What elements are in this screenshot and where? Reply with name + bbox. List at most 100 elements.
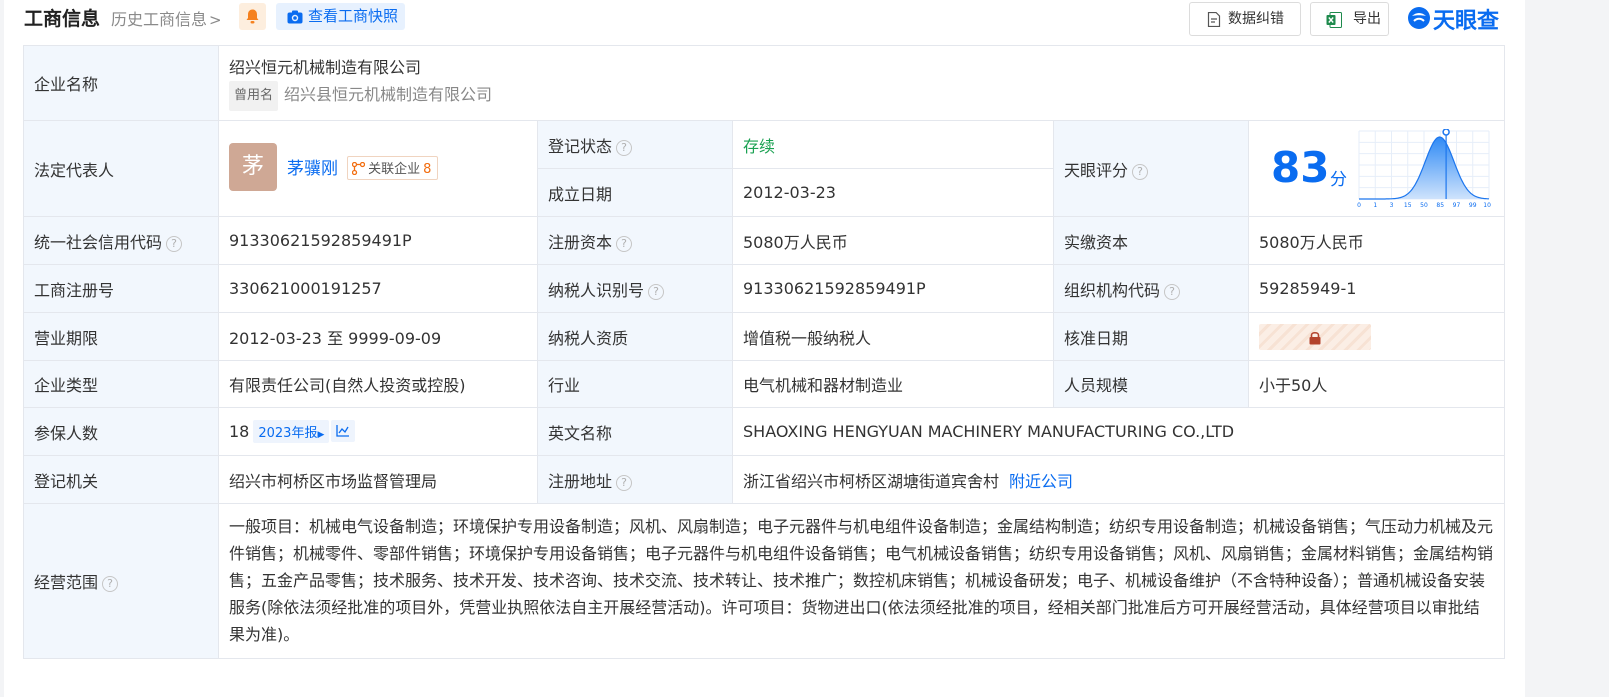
trend-chart-icon[interactable] [331, 420, 356, 442]
score-tick-label: 50 [1420, 202, 1428, 209]
table-row: 企业类型 有限责任公司(自然人投资或控股) 行业 电气机械和器材制造业 人员规模… [23, 360, 1506, 408]
score-marker [1442, 129, 1450, 136]
table-row: 参保人数 18 2023年报▶ 英文名称 SHAOXING HENGYUAN MA… [23, 407, 1506, 456]
business-info-panel: 工商信息 历史工商信息 > 查看工商快照 数据纠错 导出 天眼查 企业名称 绍兴… [4, 0, 1525, 697]
score-tick-label: 99 [1469, 202, 1477, 209]
credit-code-label-cell: 统一社会信用代码? [23, 216, 219, 265]
score-cell[interactable]: 83 分 0 1 3 15 50 85 97 99 100 [1247, 120, 1506, 217]
reg-no-label: 工商注册号 [23, 264, 219, 313]
score-tick-label: 15 [1404, 202, 1412, 209]
vip-locked-value[interactable] [1259, 323, 1371, 350]
score-tick-label: 85 [1436, 202, 1444, 209]
scope-label: 经营范围 [34, 573, 99, 592]
avatar[interactable]: 茅 [229, 143, 277, 191]
reg-capital: 5080万人民币 [732, 216, 1054, 265]
legal-rep-label: 法定代表人 [23, 120, 219, 217]
scope-label-cell: 经营范围? [23, 503, 219, 659]
export-button[interactable]: 导出 [1310, 2, 1389, 36]
legal-rep-cell: 茅 茅骥刚 关联企业 8 [218, 120, 538, 217]
help-icon[interactable]: ? [616, 235, 633, 252]
score-unit: 分 [1330, 170, 1347, 190]
company-name: 绍兴恒元机械制造有限公司 [229, 58, 422, 77]
monitor-bell-button[interactable] [239, 3, 266, 30]
address-label: 注册地址 [548, 471, 613, 491]
legal-rep-name[interactable]: 茅骥刚 [287, 159, 338, 179]
score-tick-label: 3 [1390, 202, 1394, 209]
help-icon[interactable]: ? [102, 576, 119, 592]
taxpayer-id-label: 纳税人识别号 [548, 280, 645, 300]
excel-icon [1326, 12, 1342, 28]
section-header: 工商信息 历史工商信息 > 查看工商快照 数据纠错 导出 天眼查 [4, 0, 1525, 40]
history-link-label: 历史工商信息 [111, 10, 208, 29]
insured-label: 参保人数 [23, 407, 219, 456]
table-row: 统一社会信用代码? 91330621592859491P 注册资本? 5080万… [23, 216, 1506, 265]
staff-label: 人员规模 [1053, 360, 1249, 408]
table-row: 经营范围? 一般项目：机械电气设备制造；环境保护专用设备制造；风机、风扇制造；电… [23, 503, 1506, 659]
reg-capital-label-cell: 注册资本? [537, 216, 733, 265]
found-date-label: 成立日期 [537, 168, 733, 217]
taxpayer-qual-label: 纳税人资质 [537, 312, 733, 361]
help-icon[interactable]: ? [616, 474, 633, 491]
related-label: 关联企业 [368, 162, 421, 177]
document-edit-icon [1207, 12, 1221, 27]
used-name: 绍兴县恒元机械制造有限公司 [284, 85, 493, 104]
annual-report-label: 2023年报 [258, 426, 318, 441]
score-distribution-chart: 0 1 3 15 50 85 97 99 100 [1357, 129, 1491, 209]
insured-count: 18 [229, 422, 250, 441]
page-background-strip [1525, 0, 1609, 697]
lock-icon [1308, 330, 1322, 344]
table-row: 法定代表人 茅 茅骥刚 关联企业 8 登记状态? 存续 天眼评分? 83 分 0 1… [23, 120, 1506, 217]
section-title: 工商信息 [24, 8, 101, 30]
found-date: 2012-03-23 [732, 168, 1054, 217]
reg-capital-label: 注册资本 [548, 232, 613, 252]
org-code-label: 组织机构代码 [1064, 280, 1161, 300]
history-link[interactable]: 历史工商信息 > [111, 6, 222, 30]
chevron-right-icon: > [209, 11, 222, 29]
en-name-label: 英文名称 [537, 407, 733, 456]
authority: 绍兴市柯桥区市场监督管理局 [218, 455, 538, 504]
paid-capital-label: 实缴资本 [1053, 216, 1249, 265]
score-tick-label: 0 [1357, 202, 1361, 209]
org-code-label-cell: 组织机构代码? [1053, 264, 1249, 313]
table-row: 登记机关 绍兴市柯桥区市场监督管理局 注册地址? 浙江省绍兴市柯桥区湖塘街道宾舍… [23, 455, 1506, 504]
annual-report-tag[interactable]: 2023年报▶ [253, 420, 330, 443]
nearby-companies-link[interactable]: 附近公司 [1009, 472, 1073, 491]
reg-status-label-cell: 登记状态? [537, 120, 733, 169]
bell-icon [246, 9, 259, 24]
term: 2012-03-23 至 9999-09-09 [218, 312, 538, 361]
snapshot-button-label: 查看工商快照 [308, 7, 399, 25]
address-cell: 浙江省绍兴市柯桥区湖塘街道宾舍村 附近公司 [731, 455, 1506, 504]
logo-text: 天眼查 [1433, 9, 1500, 34]
credit-code: 91330621592859491P [218, 216, 538, 265]
help-icon[interactable]: ? [1164, 283, 1181, 300]
score-value: 83 [1271, 143, 1330, 192]
caret-right-icon: ▶ [317, 430, 325, 440]
score-tick-label: 100 [1483, 202, 1491, 209]
used-name-tag: 曾用名 [229, 81, 279, 111]
score-tick-label: 1 [1373, 202, 1377, 209]
address: 浙江省绍兴市柯桥区湖塘街道宾舍村 [743, 471, 1000, 491]
score-label-cell: 天眼评分? [1053, 120, 1249, 217]
reg-no: 330621000191257 [218, 264, 538, 313]
company-name-label: 企业名称 [23, 45, 219, 121]
org-code: 59285949-1 [1247, 264, 1506, 313]
help-icon[interactable]: ? [166, 235, 183, 252]
relation-icon [351, 161, 366, 176]
help-icon[interactable]: ? [648, 283, 665, 300]
help-icon[interactable]: ? [1132, 163, 1149, 180]
reg-status: 存续 [732, 120, 1054, 169]
snapshot-button[interactable]: 查看工商快照 [276, 3, 405, 30]
related-companies-tag[interactable]: 关联企业 8 [347, 156, 439, 180]
company-name-cell: 绍兴恒元机械制造有限公司 曾用名 绍兴县恒元机械制造有限公司 [217, 45, 1506, 121]
data-correct-button[interactable]: 数据纠错 [1189, 2, 1301, 36]
data-correct-label: 数据纠错 [1228, 11, 1284, 27]
taxpayer-id-label-cell: 纳税人识别号? [537, 264, 733, 313]
approve-date-cell [1247, 312, 1506, 361]
export-label: 导出 [1353, 11, 1381, 27]
en-name: SHAOXING HENGYUAN MACHINERY MANUFACTURIN… [731, 407, 1506, 456]
table-row: 工商注册号 330621000191257 纳税人识别号? 9133062159… [23, 264, 1506, 313]
logo-icon [1408, 7, 1430, 29]
help-icon[interactable]: ? [616, 139, 633, 156]
table-row: 营业期限 2012-03-23 至 9999-09-09 纳税人资质 增值税一般… [23, 312, 1506, 361]
industry-label: 行业 [537, 360, 733, 408]
